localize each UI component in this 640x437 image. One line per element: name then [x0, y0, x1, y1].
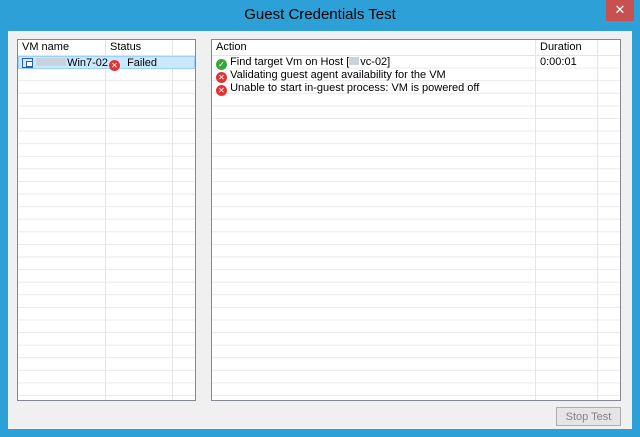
- action-text: Find target Vm on Host [: [230, 56, 350, 68]
- error-icon: ✕: [109, 60, 120, 71]
- action-text: Unable to start in-guest process: VM is …: [230, 82, 480, 94]
- column-header-duration[interactable]: Duration: [537, 41, 582, 54]
- vm-list-header: VM name Status: [18, 40, 195, 56]
- action-log-header: Action Duration: [212, 40, 620, 56]
- vm-icon: [22, 58, 33, 68]
- dialog-window: Guest Credentials Test ✕ VM name Status …: [0, 0, 640, 437]
- column-header-vm-name[interactable]: VM name: [19, 41, 69, 54]
- action-row: ✓ Find target Vm on Host [vc-02] 0:00:01: [212, 56, 620, 70]
- vm-row[interactable]: Win7-02 ✕ Failed: [18, 56, 195, 71]
- close-icon: ✕: [614, 2, 626, 17]
- vm-status: Failed: [127, 57, 158, 69]
- redacted-text: [36, 58, 67, 66]
- vm-list[interactable]: VM name Status Win7-02 ✕ Failed: [17, 39, 196, 401]
- action-row: ✕ Validating guest agent availability fo…: [212, 69, 620, 83]
- error-icon: ✕: [216, 85, 227, 96]
- window-title: Guest Credentials Test: [244, 6, 396, 23]
- stop-test-button[interactable]: Stop Test: [556, 407, 621, 426]
- action-row: ✕ Unable to start in-guest process: VM i…: [212, 82, 620, 96]
- column-header-status[interactable]: Status: [107, 41, 141, 54]
- action-duration: 0:00:01: [540, 56, 577, 68]
- action-text-suffix: vc-02]: [360, 56, 391, 68]
- action-text: Validating guest agent availability for …: [230, 69, 446, 81]
- vm-name: Win7-02: [67, 57, 109, 69]
- column-header-action[interactable]: Action: [213, 41, 247, 54]
- action-log[interactable]: Action Duration ✓ Find target Vm on Host…: [211, 39, 621, 401]
- dialog-body: VM name Status Win7-02 ✕ Failed Action D…: [8, 31, 632, 429]
- title-bar[interactable]: Guest Credentials Test ✕: [0, 0, 640, 30]
- close-button[interactable]: ✕: [606, 0, 634, 21]
- redacted-text: [349, 57, 360, 65]
